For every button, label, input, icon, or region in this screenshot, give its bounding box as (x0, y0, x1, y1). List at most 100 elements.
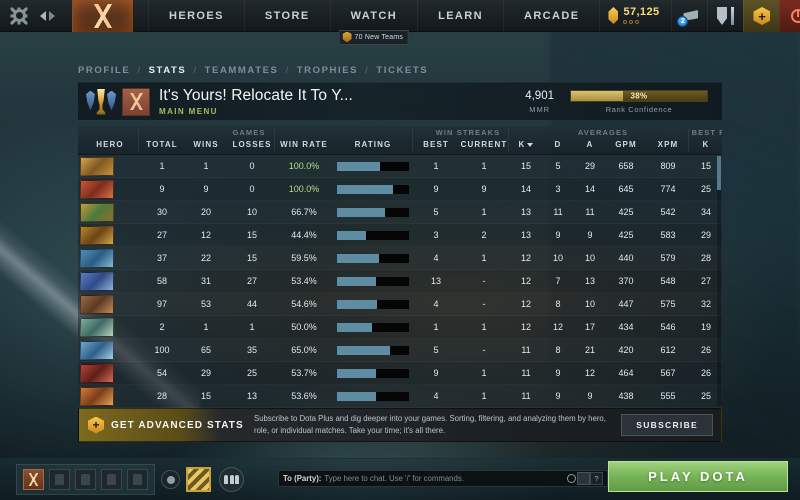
column-header-rating[interactable]: RATING (332, 140, 414, 149)
breadcrumb-item-trophies[interactable]: TROPHIES (297, 65, 358, 76)
dock-slot-empty-4[interactable] (127, 469, 148, 490)
cell-best: 4 (433, 391, 439, 401)
hero-portrait[interactable] (80, 249, 114, 268)
table-row[interactable]: 97534454.6%4-128104475753228653824 (78, 293, 722, 316)
hero-portrait[interactable] (80, 272, 114, 291)
nav-item-arcade[interactable]: ARCADE (504, 0, 601, 32)
nav-item-learn[interactable]: LEARN (418, 0, 504, 32)
forward-arrow-icon[interactable] (48, 10, 55, 21)
hero-portrait[interactable] (80, 157, 114, 176)
cell-wins: 65 (200, 345, 211, 355)
cell-avg_a: 11 (585, 207, 595, 217)
column-header-best_k[interactable]: K (690, 140, 722, 149)
hero-portrait[interactable] (80, 318, 114, 337)
table-row[interactable]: 30201066.7%511311114255423418751875 (78, 201, 722, 224)
breadcrumb-separator: / (193, 65, 198, 76)
dock-slot-empty-1[interactable] (49, 469, 70, 490)
power-button[interactable] (779, 0, 800, 32)
column-header-current[interactable]: CURRENT (458, 140, 510, 149)
new-teams-badge[interactable]: 70 New Teams (338, 29, 410, 45)
help-icon[interactable]: ? (590, 472, 603, 485)
hero-portrait[interactable] (80, 387, 114, 406)
breadcrumb-separator: / (137, 65, 142, 76)
hero-portrait[interactable] (80, 295, 114, 314)
dock-slot-dota[interactable] (23, 469, 44, 490)
nav-item-heroes[interactable]: HEROES (148, 0, 245, 32)
column-header-avg_a[interactable]: A (574, 140, 606, 149)
table-row[interactable]: 100653565.0%5-1182142061226546371008 (78, 339, 722, 362)
column-header-losses[interactable]: LOSSES (228, 140, 276, 149)
friends-button[interactable]: 2 (671, 0, 707, 32)
cell-best: 1 (433, 161, 439, 171)
battlepass-icon[interactable] (186, 467, 211, 492)
cell-avg_gpm: 645 (618, 184, 634, 194)
column-header-avg_gpm[interactable]: GPM (606, 140, 646, 149)
new-teams-label: 70 New Teams (354, 33, 404, 41)
column-header-avg_xpm[interactable]: XPM (646, 140, 690, 149)
table-row[interactable]: 27121544.4%3213994255832919653815 (78, 224, 722, 247)
cell-total: 100 (154, 345, 170, 355)
table-row[interactable]: 110100.0%11155296588091529658809 (78, 155, 722, 178)
gold-balance[interactable]: 57,125 (600, 0, 671, 31)
column-header-wins[interactable]: WINS (184, 140, 228, 149)
party-icon[interactable] (219, 467, 244, 492)
globe-icon[interactable] (566, 473, 577, 484)
chat-input[interactable]: To (Party): Type here to chat. Use '/' f… (278, 470, 608, 487)
scrollbar-thumb[interactable] (717, 156, 721, 190)
promo-title: GET ADVANCED STATS (111, 419, 244, 431)
hero-portrait[interactable] (80, 203, 114, 222)
table-row[interactable]: 54292553.7%91119124645672626803867 (78, 362, 722, 385)
cell-total: 9 (159, 184, 165, 194)
breadcrumb-item-teammates[interactable]: TEAMMATES (205, 65, 279, 76)
cell-wins: 1 (203, 322, 209, 332)
cell-avg_xpm: 546 (660, 322, 676, 332)
armory-icon (717, 7, 735, 25)
cell-avg_k: 13 (520, 207, 531, 217)
cell-avg_a: 9 (587, 230, 593, 240)
play-dota-button[interactable]: PLAY DOTA (608, 461, 788, 492)
nav-item-watch[interactable]: WATCH 70 New Teams (331, 0, 419, 45)
hero-portrait[interactable] (80, 341, 114, 360)
table-row[interactable]: 58312753.4%13-127133705482727577825 (78, 270, 722, 293)
table-scrollbar[interactable] (717, 156, 721, 406)
table-row[interactable]: 21150.0%111212174345461923565671 (78, 316, 722, 339)
cell-current: 2 (481, 230, 487, 240)
rating-bar (337, 369, 409, 378)
hero-portrait[interactable] (80, 364, 114, 383)
dota-logo-icon[interactable] (72, 0, 134, 32)
table-row[interactable]: 990100.0%99143146457742521741933 (78, 178, 722, 201)
column-header-total[interactable]: TOTAL (140, 140, 184, 149)
cell-avg_k: 12 (520, 276, 531, 286)
column-header-hero[interactable]: HERO (80, 140, 140, 149)
table-row[interactable]: 28151353.6%4111994385552520837994 (78, 385, 722, 408)
header-divider (508, 129, 509, 152)
subscribe-button[interactable]: SUBSCRIBE (621, 414, 713, 436)
breadcrumb-item-profile[interactable]: PROFILE (78, 65, 130, 76)
back-arrow-icon[interactable] (39, 10, 46, 21)
breadcrumb-item-stats[interactable]: STATS (149, 65, 187, 76)
column-header-avg_k[interactable]: K (510, 140, 542, 149)
cell-avg_gpm: 440 (618, 253, 634, 263)
cell-avg_k: 11 (521, 368, 531, 378)
hero-portrait[interactable] (80, 180, 114, 199)
nav-item-store[interactable]: STORE (245, 0, 331, 32)
dock-slot-empty-3[interactable] (101, 469, 122, 490)
bell-icon[interactable] (161, 470, 180, 489)
column-header-best[interactable]: BEST (414, 140, 458, 149)
column-header-winrate[interactable]: WIN RATE (276, 140, 332, 149)
emoticon-icon[interactable] (577, 472, 590, 485)
column-header-avg_d[interactable]: D (542, 140, 574, 149)
cell-avg_a: 10 (584, 299, 595, 309)
cell-wins: 29 (200, 368, 211, 378)
cell-current: - (482, 299, 486, 309)
table-row[interactable]: 37221559.5%411210104405792830711867 (78, 247, 722, 270)
dota-plus-button[interactable] (743, 0, 780, 32)
nav-arrows[interactable] (34, 3, 60, 29)
topbar-left-controls (0, 0, 134, 32)
dock-slot-empty-2[interactable] (75, 469, 96, 490)
armory-button[interactable] (707, 0, 743, 32)
gear-icon[interactable] (6, 3, 32, 29)
breadcrumb-item-tickets[interactable]: TICKETS (376, 65, 428, 76)
hero-portrait[interactable] (80, 226, 114, 245)
main-menu-icon[interactable] (122, 87, 150, 116)
